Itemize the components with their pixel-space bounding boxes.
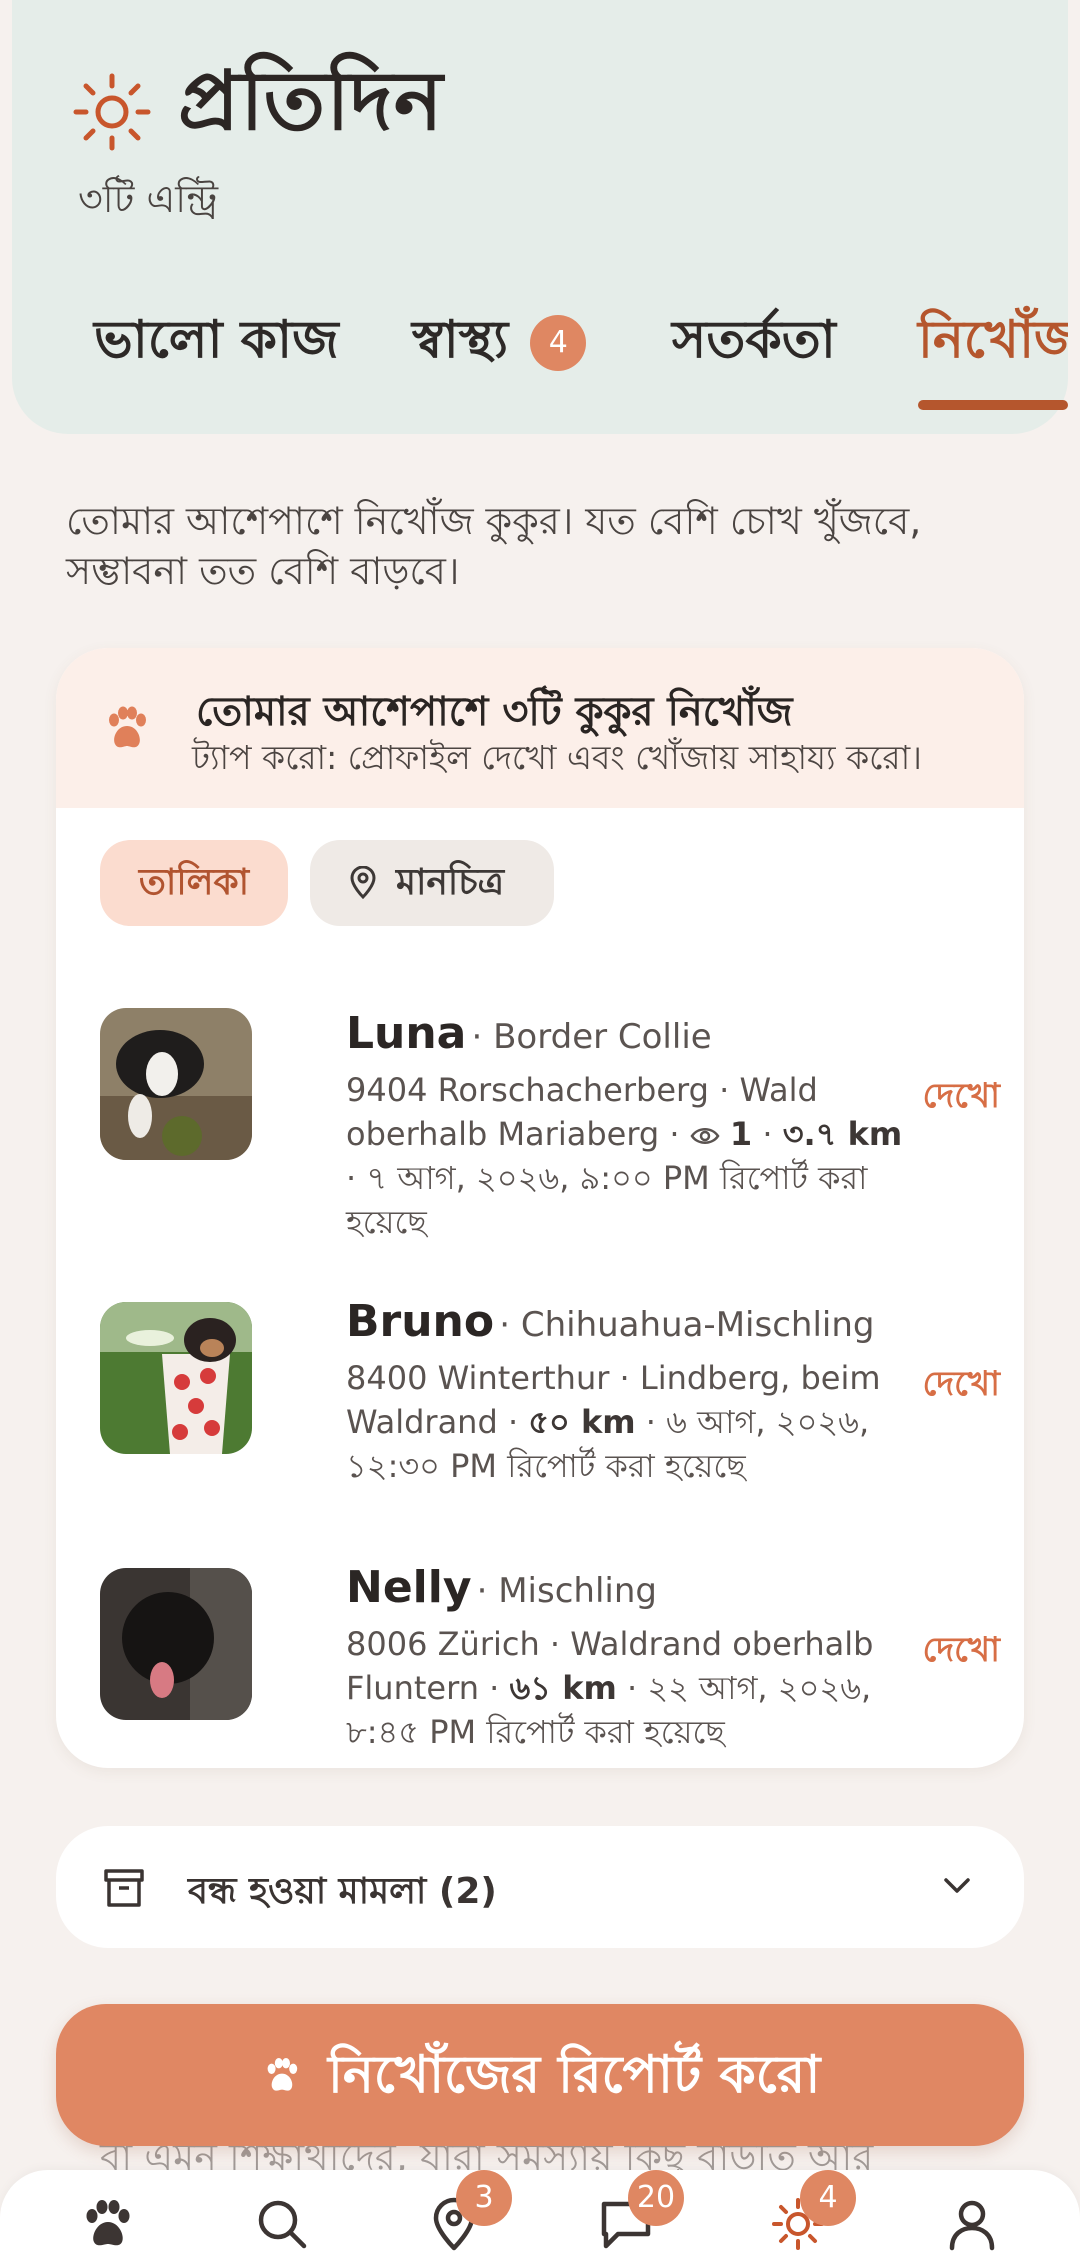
dog-breed: · Chihuahua-Mischling: [499, 1305, 875, 1345]
page-title: প্রতিদিন: [178, 53, 444, 149]
nav-profile[interactable]: [944, 2196, 1000, 2252]
nav-paw[interactable]: [80, 2196, 136, 2252]
tab-badge: 4: [530, 315, 587, 371]
dog-photo: [100, 1568, 252, 1720]
tab-bar: ভালো কাজ স্বাস্থ্য 4 সতর্কতা নিখোঁজ: [0, 300, 1068, 390]
entry-count: ৩টি এন্ট্রি: [78, 177, 219, 221]
search-icon: [258, 2200, 307, 2249]
card-subtitle: ট্যাপ করো: প্রোফাইল দেখো এবং খোঁজায় সাহ…: [192, 738, 922, 777]
tab-missing[interactable]: নিখোঁজ: [918, 300, 1068, 390]
nav-badge: 3: [456, 2170, 512, 2226]
map-pin-icon: [350, 866, 376, 900]
tab-good-deeds[interactable]: ভালো কাজ: [94, 300, 339, 390]
nav-badge: 20: [628, 2170, 684, 2226]
closed-cases-label: বন্ধ হওয়া মামলা (2): [188, 1871, 497, 1912]
list-item[interactable]: Luna · Border Collie 9404 Rorschacherber…: [100, 1008, 1000, 1241]
active-tab-indicator: [918, 400, 1068, 410]
list-item[interactable]: Bruno · Chihuahua-Mischling 8400 Wintert…: [100, 1296, 1000, 1485]
nav-chat[interactable]: 20: [598, 2170, 684, 2252]
archive-icon: [104, 1869, 144, 1907]
dog-photo: [100, 1302, 252, 1454]
dog-details: 8400 Winterthur · Lindberg, beim Waldran…: [346, 1359, 881, 1485]
list-view-toggle[interactable]: তালিকা: [100, 840, 288, 926]
dog-name: Luna: [346, 1008, 467, 1059]
nav-daily[interactable]: 4: [770, 2170, 856, 2252]
dog-name: Bruno: [346, 1296, 495, 1347]
sun-icon: [73, 73, 151, 151]
map-view-toggle[interactable]: মানচিত্র: [310, 840, 554, 926]
dog-photo: [100, 1008, 252, 1160]
paw-icon: [267, 2058, 298, 2091]
paw-icon: [109, 706, 146, 748]
tab-alerts[interactable]: সতর্কতা: [672, 300, 836, 390]
nav-map[interactable]: 3: [426, 2170, 512, 2252]
view-link[interactable]: দেখো: [922, 1624, 1000, 1681]
card-header: তোমার আশেপাশে ৩টি কুকুর নিখোঁজ ট্যাপ করো…: [56, 648, 1024, 808]
closed-cases-row[interactable]: বন্ধ হওয়া মামলা (2): [56, 1826, 1024, 1948]
dog-breed: · Mischling: [476, 1571, 657, 1611]
profile-icon: [949, 2200, 995, 2251]
paw-icon: [86, 2200, 130, 2246]
bottom-nav: 3 20 4: [0, 2170, 1080, 2268]
intro-text: তোমার আশেপাশে নিখোঁজ কুকুর। যত বেশি চোখ …: [66, 499, 922, 593]
dog-breed: · Border Collie: [471, 1017, 712, 1057]
report-missing-button[interactable]: নিখোঁজের রিপোর্ট করো: [56, 2004, 1024, 2146]
tab-health[interactable]: স্বাস্থ্য 4: [412, 300, 587, 390]
nav-search[interactable]: [254, 2196, 310, 2252]
list-item[interactable]: Nelly · Mischling 8006 Zürich · Waldrand…: [100, 1562, 1000, 1751]
missing-dogs-card: তোমার আশেপাশে ৩টি কুকুর নিখোঁজ ট্যাপ করো…: [56, 648, 1024, 1768]
dog-name: Nelly: [346, 1562, 472, 1613]
eye-icon: [690, 1128, 720, 1144]
chevron-down-icon: [944, 1878, 970, 1893]
dog-details: 8006 Zürich · Waldrand oberhalb Fluntern…: [346, 1625, 874, 1751]
view-link[interactable]: দেখো: [922, 1358, 1000, 1415]
dog-details: 9404 Rorschacherberg · Wald oberhalb Mar…: [346, 1071, 903, 1241]
nav-badge: 4: [800, 2170, 856, 2226]
view-link[interactable]: দেখো: [922, 1070, 1000, 1127]
